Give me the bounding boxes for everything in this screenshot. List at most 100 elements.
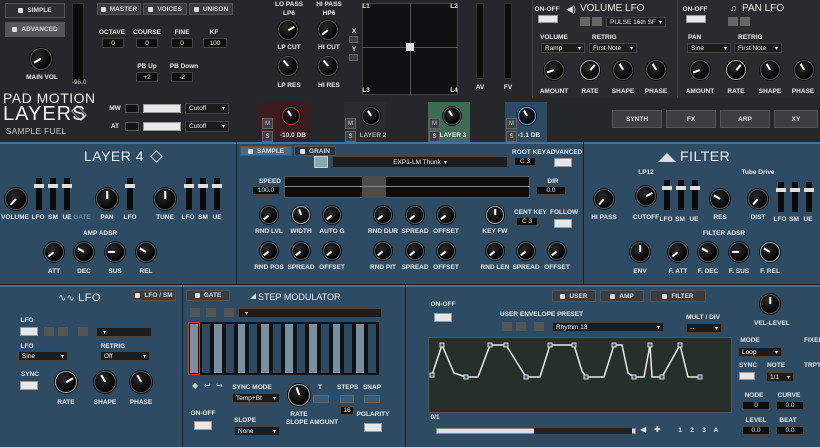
rnd-pit-knob[interactable] [374, 242, 392, 260]
cutoff-ue-fader[interactable] [690, 180, 700, 210]
at-amount[interactable] [125, 122, 139, 131]
course-value[interactable]: 0 [136, 38, 158, 48]
at-slider[interactable] [143, 122, 181, 131]
layer2-m-button[interactable]: M [345, 118, 356, 129]
filter-rel-knob[interactable] [760, 242, 780, 262]
env-scroll-track[interactable] [534, 428, 632, 434]
cutoff-lfo-fader[interactable] [662, 180, 672, 210]
layer4-volume-knob[interactable] [5, 188, 27, 210]
layer1-s-button[interactable]: S [262, 131, 273, 142]
layer4-sm-fader[interactable] [48, 178, 58, 210]
layer1-vol-knob[interactable] [282, 107, 300, 125]
advanced-button[interactable]: ADVANCED [5, 22, 65, 37]
pit-spread-knob[interactable] [406, 242, 424, 260]
lfo-retrig-select[interactable]: Off [100, 351, 150, 361]
step-rotate-left-icon[interactable]: ◆ [192, 381, 198, 390]
step-bars[interactable] [188, 322, 379, 375]
vol-lfo-shape-knob[interactable] [613, 60, 633, 80]
cutoff-knob[interactable] [636, 186, 656, 206]
pos-spread-knob[interactable] [292, 242, 310, 260]
lfo-sync-toggle[interactable] [20, 381, 38, 390]
dur-offset-knob[interactable] [437, 206, 455, 224]
polarity-toggle[interactable] [364, 423, 382, 432]
pan-lfo-rate-knob[interactable] [726, 60, 746, 80]
cent-key-value[interactable]: C 3 [516, 217, 538, 226]
env-beat-value[interactable]: 0.0 [776, 426, 804, 435]
xy-x-toggle[interactable] [349, 36, 358, 43]
dur-spread-knob[interactable] [406, 206, 424, 224]
step-new-icon[interactable] [190, 308, 200, 317]
rnd-len-knob[interactable] [486, 242, 504, 260]
tab-xy[interactable]: XY [774, 110, 818, 128]
env-curve-value[interactable]: 0.0 [776, 401, 804, 410]
sample-playhead[interactable] [362, 176, 386, 198]
width-knob[interactable] [292, 206, 310, 224]
layer4-m-button[interactable]: M [506, 118, 517, 129]
steps-toggle[interactable] [340, 395, 354, 403]
fine-value[interactable]: 0 [171, 38, 193, 48]
env-level-value[interactable]: 0.0 [742, 426, 770, 435]
step-bar[interactable] [319, 323, 330, 374]
speed-value[interactable]: 100.0 [252, 186, 280, 195]
env-tab-filter[interactable]: FILTER [650, 290, 706, 302]
amp-sus-knob[interactable] [105, 242, 125, 262]
lfo-phase-knob[interactable] [130, 371, 152, 393]
env-onoff-toggle[interactable] [434, 313, 452, 322]
step-bar[interactable] [331, 323, 342, 374]
step-open-icon[interactable] [206, 308, 216, 317]
dist-ue-fader[interactable] [804, 182, 814, 212]
lfo-shape-select[interactable]: Sine [18, 351, 68, 361]
tab-synth[interactable]: SYNTH [612, 110, 662, 128]
tab-master[interactable]: MASTER [97, 3, 141, 15]
lfo-delete-icon[interactable] [78, 327, 88, 336]
len-spread-knob[interactable] [517, 242, 535, 260]
vol-lfo-folder-icon[interactable] [580, 17, 590, 26]
snap-toggle[interactable] [364, 395, 380, 403]
filter-dec-knob[interactable] [698, 242, 718, 262]
at-target-select[interactable]: Cutoff [185, 121, 229, 132]
layer3-m-button[interactable]: M [429, 118, 440, 129]
env-page-1[interactable]: 1 [676, 427, 684, 434]
env-mode-select[interactable]: Loop [738, 347, 782, 357]
advanced-toggle[interactable] [554, 158, 572, 167]
dir-value[interactable]: 0.0 [536, 186, 566, 195]
pan-lfo-onoff-toggle[interactable] [686, 15, 706, 23]
lfo-open-icon[interactable] [58, 327, 68, 336]
step-shift-right-icon[interactable]: ↪ [216, 381, 223, 390]
step-bar[interactable] [212, 323, 223, 374]
rnd-dur-knob[interactable] [374, 206, 392, 224]
step-onoff-toggle[interactable] [194, 421, 212, 430]
vol-lfo-preset-select[interactable]: PULSE 16th SF [606, 17, 666, 27]
vol-lfo-onoff-toggle[interactable] [538, 15, 558, 23]
layer4-vol-knob[interactable] [518, 107, 536, 125]
pan-lfo-retrig-select[interactable]: First Note [734, 43, 782, 53]
mult-div-select[interactable]: -- [686, 323, 722, 333]
fv-meter[interactable] [504, 3, 512, 79]
step-bar[interactable] [200, 323, 211, 374]
kf-value[interactable]: 100 [203, 38, 227, 48]
pan-lfo-save-icon[interactable] [740, 17, 750, 26]
step-preset-select[interactable] [238, 308, 382, 318]
layer4-pan-lfo-fader[interactable] [125, 178, 135, 210]
pan-lfo-phase-knob[interactable] [794, 60, 814, 80]
rnd-pos-knob[interactable] [260, 242, 278, 260]
dist-lfo-fader[interactable] [776, 182, 786, 212]
pb-down-value[interactable]: -2 [171, 72, 193, 82]
lfo-preset-select[interactable] [96, 327, 152, 337]
lfo-shape-knob[interactable] [94, 371, 116, 393]
lfo-enable-toggle[interactable] [20, 327, 38, 336]
layer2-s-button[interactable]: S [345, 131, 356, 142]
step-bar[interactable] [260, 323, 271, 374]
env-page-2[interactable]: 2 [688, 427, 696, 434]
layer4-tune-ue-fader[interactable] [212, 178, 222, 210]
vol-lfo-phase-knob[interactable] [646, 60, 666, 80]
xy-cursor[interactable] [406, 43, 414, 51]
step-bar[interactable] [355, 323, 366, 374]
step-shift-left-icon[interactable]: ↩ [204, 381, 211, 390]
lp-res-knob[interactable] [278, 56, 298, 76]
env-new-icon[interactable] [502, 322, 512, 331]
step-bar[interactable] [188, 322, 200, 375]
pan-lfo-folder-icon[interactable] [728, 17, 738, 26]
step-bar[interactable] [367, 323, 377, 374]
env-tab-user[interactable]: USER [552, 290, 596, 302]
